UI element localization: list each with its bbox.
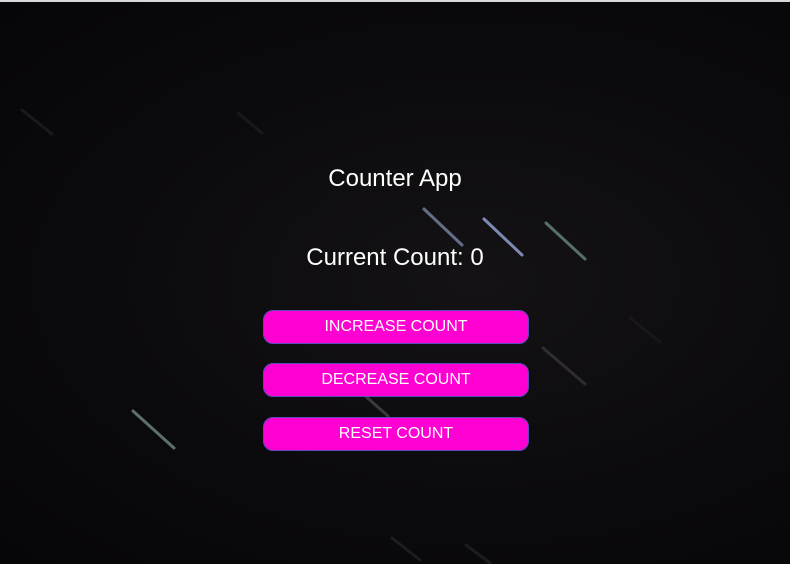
current-count-display: Current Count: 0 (306, 244, 484, 271)
app-title: Counter App (328, 165, 462, 192)
reset-count-button[interactable]: RESET COUNT (263, 417, 529, 451)
increase-count-button[interactable]: INCREASE COUNT (263, 310, 529, 344)
decrease-count-button[interactable]: DECREASE COUNT (263, 363, 529, 397)
counter-app: Counter App Current Count: 0 INCREASE CO… (0, 0, 790, 564)
